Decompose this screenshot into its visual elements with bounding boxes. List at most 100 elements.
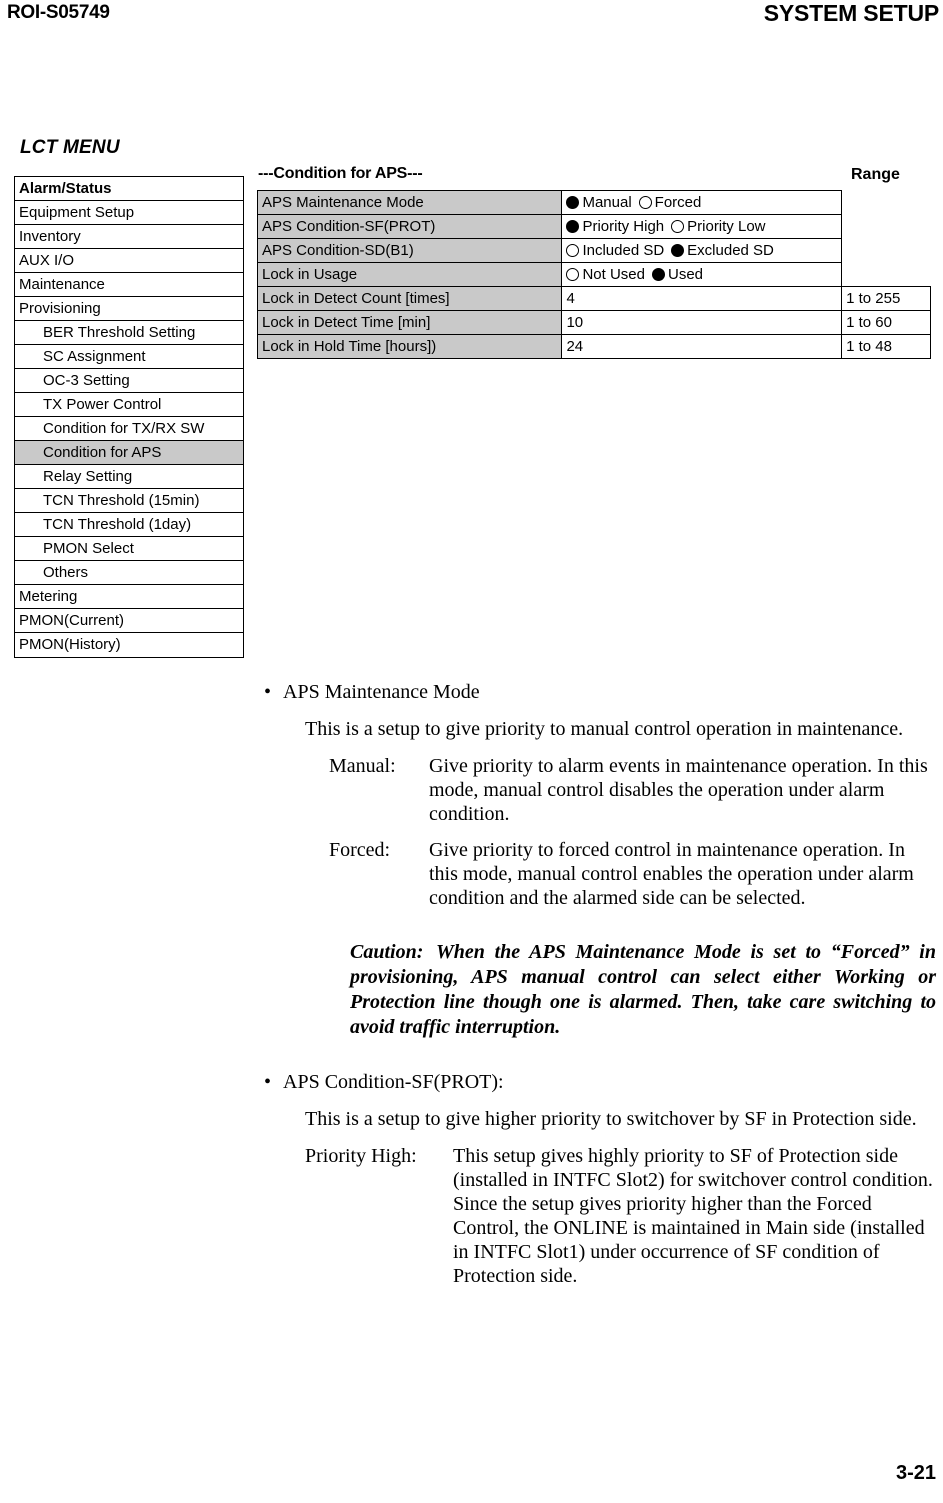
- definition-priority-high: Priority High: This setup gives highly p…: [305, 1144, 934, 1288]
- radio-option[interactable]: Priority Low: [671, 217, 766, 235]
- menu-item[interactable]: PMON(Current): [15, 609, 243, 633]
- range-column-header: Range: [851, 166, 900, 183]
- settings-row: Lock in Detect Count [times] 4 1 to 255: [256, 286, 931, 311]
- setting-value[interactable]: Priority High Priority Low: [561, 214, 843, 239]
- setting-value[interactable]: Manual Forced: [561, 190, 843, 215]
- definition-forced: Forced: Give priority to forced control …: [305, 838, 934, 910]
- definition-term: Manual:: [329, 755, 396, 777]
- settings-row: Lock in Hold Time [hours]) 24 1 to 48: [256, 334, 931, 359]
- menu-item[interactable]: PMON Select: [15, 537, 243, 561]
- radio-unselected-icon[interactable]: [671, 219, 685, 233]
- radio-option[interactable]: Priority High: [566, 218, 664, 235]
- menu-item[interactable]: Maintenance: [15, 273, 243, 297]
- section1-heading: APS Maintenance Mode: [283, 681, 480, 703]
- radio-unselected-icon[interactable]: [566, 243, 580, 257]
- menu-item[interactable]: TCN Threshold (1day): [15, 513, 243, 537]
- setting-range: [841, 262, 931, 287]
- menu-item[interactable]: TX Power Control: [15, 393, 243, 417]
- menu-item[interactable]: Equipment Setup: [15, 201, 243, 225]
- radio-option[interactable]: Included SD: [566, 242, 664, 259]
- setting-value[interactable]: 10: [561, 310, 843, 335]
- radio-option[interactable]: Used: [651, 265, 704, 283]
- settings-row: Lock in Detect Time [min] 10 1 to 60: [256, 310, 931, 335]
- section1-heading-row: • APS Maintenance Mode: [264, 680, 933, 705]
- page-header: ROI-S05749 SYSTEM SETUP: [0, 0, 943, 30]
- menu-item[interactable]: PMON(History): [15, 633, 243, 657]
- document-id: ROI-S05749: [7, 2, 110, 23]
- menu-item[interactable]: Relay Setting: [15, 465, 243, 489]
- page-number: 3-21: [895, 1462, 936, 1484]
- menu-item[interactable]: SC Assignment: [15, 345, 243, 369]
- setting-label: APS Condition-SD(B1): [256, 238, 563, 263]
- definition-description: Give priority to forced control in maint…: [429, 839, 914, 909]
- setting-range: 1 to 60: [841, 310, 931, 335]
- caution-block: Caution: When the APS Maintenance Mode i…: [350, 940, 936, 1040]
- bullet-icon: •: [264, 1071, 272, 1093]
- menu-item[interactable]: Others: [15, 561, 243, 585]
- section-title: SYSTEM SETUP: [763, 0, 939, 26]
- setting-label: Lock in Detect Time [min]: [256, 310, 563, 335]
- setting-value[interactable]: Included SD Excluded SD: [561, 238, 843, 263]
- menu-item[interactable]: Alarm/Status: [15, 177, 243, 201]
- settings-row: Lock in Usage Not Used Used: [256, 262, 931, 287]
- radio-option-label: Included SD: [582, 241, 665, 259]
- caution-text: When the APS Maintenance Mode is set to …: [350, 941, 936, 1038]
- lct-menu-list[interactable]: Alarm/Status Equipment Setup Inventory AUX …: [14, 176, 244, 658]
- section2-heading-row: • APS Condition-SF(PROT):: [264, 1070, 933, 1095]
- settings-row: APS Condition-SD(B1) Included SD Excluded …: [256, 238, 931, 263]
- setting-range: 1 to 255: [841, 286, 931, 311]
- section2-heading: APS Condition-SF(PROT):: [283, 1071, 504, 1093]
- settings-row: APS Maintenance Mode Manual Forced: [256, 190, 931, 215]
- menu-item[interactable]: Condition for APS: [15, 441, 243, 465]
- setting-range: [841, 190, 931, 215]
- menu-item[interactable]: Condition for TX/RX SW: [15, 417, 243, 441]
- setting-value[interactable]: Not Used Used: [561, 262, 843, 287]
- radio-option[interactable]: Not Used: [566, 266, 645, 283]
- setting-range: 1 to 48: [841, 334, 931, 359]
- radio-option[interactable]: Forced: [638, 193, 702, 211]
- menu-item[interactable]: Metering: [15, 585, 243, 609]
- radio-option-label: Priority Low: [687, 217, 766, 235]
- radio-selected-icon[interactable]: [566, 195, 580, 209]
- setting-label: Lock in Usage: [256, 262, 563, 287]
- radio-selected-icon[interactable]: [566, 219, 580, 233]
- menu-item[interactable]: TCN Threshold (15min): [15, 489, 243, 513]
- menu-item[interactable]: Inventory: [15, 225, 243, 249]
- section2-intro: This is a setup to give higher priority …: [305, 1108, 917, 1130]
- radio-selected-icon[interactable]: [671, 243, 685, 257]
- setting-range: [841, 214, 931, 239]
- menu-item[interactable]: OC-3 Setting: [15, 369, 243, 393]
- radio-unselected-icon[interactable]: [638, 195, 652, 209]
- setting-value[interactable]: 24: [561, 334, 843, 359]
- radio-option-label: Manual: [582, 193, 632, 211]
- definition-description: This setup gives highly priority to SF o…: [453, 1145, 933, 1287]
- definition-description: Give priority to alarm events in mainten…: [429, 755, 928, 825]
- setting-label: Lock in Hold Time [hours]): [256, 334, 563, 359]
- radio-option-label: Priority High: [582, 217, 665, 235]
- lct-menu-caption: LCT MENU: [20, 137, 120, 158]
- setting-label: APS Condition-SF(PROT): [256, 214, 563, 239]
- menu-item[interactable]: Provisioning: [15, 297, 243, 321]
- definition-manual: Manual: Give priority to alarm events in…: [305, 754, 934, 826]
- menu-item[interactable]: BER Threshold Setting: [15, 321, 243, 345]
- body-content: • APS Maintenance Mode This is a setup t…: [0, 680, 943, 1288]
- setting-label: APS Maintenance Mode: [256, 190, 563, 215]
- section1-intro: This is a setup to give priority to manu…: [305, 718, 904, 740]
- settings-row: APS Condition-SF(PROT) Priority High Prior…: [256, 214, 931, 239]
- setting-value[interactable]: 4: [561, 286, 843, 311]
- radio-option[interactable]: Manual: [566, 193, 632, 211]
- radio-option-label: Excluded SD: [687, 241, 774, 259]
- setting-label: Lock in Detect Count [times]: [256, 286, 563, 311]
- radio-option-label: Forced: [654, 193, 702, 211]
- menu-item[interactable]: AUX I/O: [15, 249, 243, 273]
- condition-for-aps-table: APS Maintenance Mode Manual Forced APS Cond…: [256, 190, 931, 359]
- radio-option-label: Not Used: [582, 265, 645, 283]
- settings-panel-title: ---Condition for APS---: [258, 165, 423, 182]
- setting-range: [841, 238, 931, 263]
- bullet-icon: •: [264, 681, 272, 703]
- definition-term: Forced:: [329, 839, 391, 861]
- radio-option[interactable]: Excluded SD: [671, 242, 774, 259]
- radio-unselected-icon[interactable]: [566, 267, 580, 281]
- radio-selected-icon[interactable]: [651, 267, 665, 281]
- radio-option-label: Used: [667, 265, 704, 283]
